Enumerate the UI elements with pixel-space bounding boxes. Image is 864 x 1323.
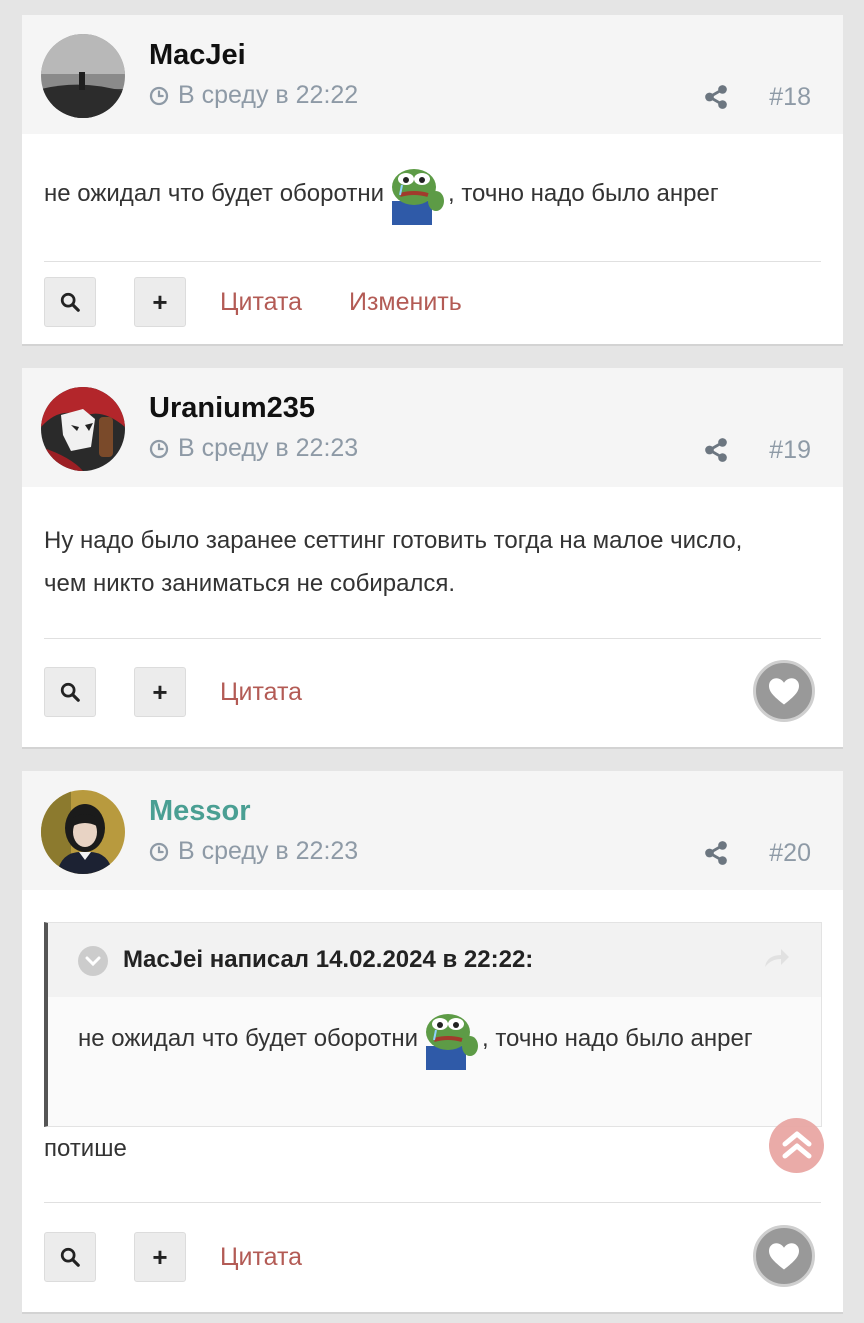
clock-icon xyxy=(148,841,170,863)
quote-text-part: не ожидал что будет оборотни xyxy=(78,1025,418,1052)
collapse-quote-button[interactable] xyxy=(78,946,108,976)
search-icon xyxy=(59,1246,81,1268)
quote-text-part: , точно надо было анрег xyxy=(481,1025,753,1052)
post-header: Messor В среду в 22:23 #20 xyxy=(22,771,843,890)
post-date-text[interactable]: В среду в 22:22 xyxy=(178,81,358,110)
post-header: Uranium235 В среду в 22:23 #19 xyxy=(22,368,843,487)
post-date-text[interactable]: В среду в 22:23 xyxy=(178,837,358,866)
post-date[interactable]: В среду в 22:23 xyxy=(148,434,358,463)
post-date-text[interactable]: В среду в 22:23 xyxy=(178,434,358,463)
search-button[interactable] xyxy=(44,667,96,717)
quote-header: MacJei написал 14.02.2024 в 22:22: xyxy=(48,923,821,997)
post-number[interactable]: #20 xyxy=(769,839,811,868)
author-name[interactable]: MacJei xyxy=(149,39,246,72)
quote-header-text: MacJei написал 14.02.2024 в 22:22: xyxy=(123,946,534,973)
multiquote-button[interactable]: + xyxy=(134,1232,186,1282)
chevron-down-icon xyxy=(85,956,101,967)
avatar[interactable] xyxy=(41,387,125,471)
divider xyxy=(44,1202,821,1203)
edit-link[interactable]: Изменить xyxy=(349,288,462,317)
author-name[interactable]: Messor xyxy=(149,795,251,828)
post-text: Ну надо было заранее сеттинг готовить то… xyxy=(44,527,743,597)
search-icon xyxy=(59,681,81,703)
post-text-part: , точно надо было анрег xyxy=(447,180,719,207)
post-number[interactable]: #18 xyxy=(769,83,811,112)
post-card: Messor В среду в 22:23 #20 MacJei написа… xyxy=(22,771,843,1312)
go-to-quoted-post-icon[interactable] xyxy=(761,947,791,969)
plus-icon: + xyxy=(152,286,168,317)
post-text: потише xyxy=(44,1135,127,1162)
like-button[interactable] xyxy=(753,660,815,722)
post-header: MacJei В среду в 22:22 #18 xyxy=(22,15,843,134)
post-date[interactable]: В среду в 22:23 xyxy=(148,837,358,866)
heart-icon xyxy=(766,673,802,709)
post-content: Ну надо было заранее сеттинг готовить то… xyxy=(22,487,843,605)
clock-icon xyxy=(148,85,170,107)
divider xyxy=(44,638,821,639)
search-button[interactable] xyxy=(44,1232,96,1282)
plus-icon: + xyxy=(152,1241,168,1272)
chevron-up-icon xyxy=(782,1131,811,1158)
share-icon[interactable] xyxy=(703,840,729,866)
quote-text: не ожидал что будет оборотни , точно надо… xyxy=(48,997,821,1082)
divider xyxy=(44,261,821,262)
scroll-to-top-button[interactable] xyxy=(769,1118,824,1173)
multiquote-button[interactable]: + xyxy=(134,277,186,327)
quote-block: MacJei написал 14.02.2024 в 22:22: не ож… xyxy=(44,922,822,1127)
avatar[interactable] xyxy=(41,34,125,118)
clock-icon xyxy=(148,438,170,460)
post-card: MacJei В среду в 22:22 #18 не ожидал что… xyxy=(22,15,843,344)
post-card: Uranium235 В среду в 22:23 #19 Ну надо б… xyxy=(22,368,843,747)
post-content: не ожидал что будет оборотни , точно надо… xyxy=(22,134,843,215)
quote-link[interactable]: Цитата xyxy=(220,1243,302,1272)
plus-icon: + xyxy=(152,676,168,707)
share-icon[interactable] xyxy=(703,437,729,463)
quote-link[interactable]: Цитата xyxy=(220,678,302,707)
like-button[interactable] xyxy=(753,1225,815,1287)
avatar[interactable] xyxy=(41,790,125,874)
post-number[interactable]: #19 xyxy=(769,436,811,465)
quote-link[interactable]: Цитата xyxy=(220,288,302,317)
post-text-part: не ожидал что будет оборотни xyxy=(44,180,384,207)
post-date[interactable]: В среду в 22:22 xyxy=(148,81,358,110)
heart-icon xyxy=(766,1238,802,1274)
search-button[interactable] xyxy=(44,277,96,327)
author-name[interactable]: Uranium235 xyxy=(149,392,315,425)
pepe-emoji-icon xyxy=(384,161,448,225)
share-icon[interactable] xyxy=(703,84,729,110)
pepe-emoji-icon xyxy=(418,1006,482,1070)
multiquote-button[interactable]: + xyxy=(134,667,186,717)
post-text: не ожидал что будет оборотни , точно надо… xyxy=(44,172,821,215)
search-icon xyxy=(59,291,81,313)
